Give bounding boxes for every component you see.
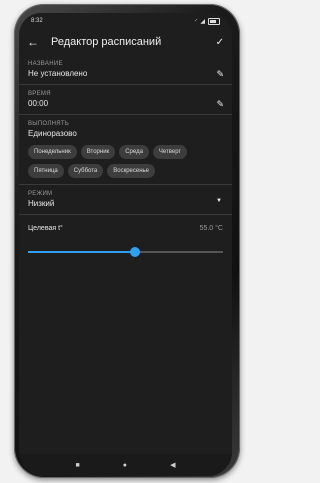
back-nav-icon[interactable]: ◀: [170, 461, 175, 469]
chip-sunday[interactable]: Воскресенье: [107, 164, 156, 178]
chip-thursday[interactable]: Четверг: [152, 145, 187, 159]
run-value: Единоразово: [28, 129, 77, 138]
temperature-slider[interactable]: [28, 247, 223, 257]
dropdown-arrow-icon[interactable]: ▼: [216, 198, 222, 204]
status-icons: ◜ ◢: [195, 17, 220, 25]
name-label: НАЗВАНИЕ: [28, 61, 63, 67]
run-section: ВЫПОЛНЯТЬ Единоразово Понедельник Вторни…: [19, 115, 232, 185]
target-temp-row: Целевая t° 55.0 °C: [19, 215, 232, 232]
name-value: Не установлено: [28, 69, 88, 78]
signal-icon: ◢: [200, 18, 205, 25]
back-arrow-icon[interactable]: ←: [27, 35, 45, 49]
edit-time-icon[interactable]: ✎: [216, 99, 224, 110]
recents-icon[interactable]: ■: [76, 462, 80, 469]
chip-wednesday[interactable]: Среда: [119, 145, 149, 159]
battery-icon: [208, 17, 220, 25]
chip-saturday[interactable]: Суббота: [67, 164, 104, 178]
time-label: ВРЕМЯ: [28, 91, 51, 97]
day-chips: Понедельник Вторник Среда Четверг Пятниц…: [28, 145, 223, 178]
name-section[interactable]: НАЗВАНИЕ Не установлено ✎: [19, 55, 232, 85]
slider-thumb[interactable]: [130, 247, 141, 257]
edit-name-icon[interactable]: ✎: [216, 69, 224, 80]
target-temp-label: Целевая t°: [28, 225, 63, 232]
status-time: 8:32: [31, 18, 43, 24]
time-section[interactable]: ВРЕМЯ 00:00 ✎: [19, 85, 232, 115]
run-label: ВЫПОЛНЯТЬ: [28, 121, 70, 127]
home-icon[interactable]: ●: [123, 462, 127, 469]
mode-value: Низкий: [28, 199, 55, 208]
chip-friday[interactable]: Пятница: [28, 164, 64, 178]
mode-section[interactable]: РЕЖИМ Низкий ▼: [19, 185, 232, 215]
chip-tuesday[interactable]: Вторник: [80, 145, 116, 159]
app-bar: ← Редактор расписаний ✓: [19, 29, 232, 55]
check-icon[interactable]: ✓: [216, 37, 224, 48]
page-title: Редактор расписаний: [51, 36, 162, 48]
slider-fill: [28, 251, 136, 253]
target-temp-value: 55.0 °C: [199, 225, 223, 232]
wifi-icon: ◜: [195, 18, 198, 25]
system-nav-bar: ■ ● ◀: [19, 454, 232, 476]
mode-label: РЕЖИМ: [28, 191, 53, 197]
time-value: 00:00: [28, 99, 49, 108]
app-screen: 8:32 ◜ ◢ ← Редактор расписаний ✓ НАЗВАНИ…: [19, 13, 232, 476]
status-bar: 8:32 ◜ ◢: [19, 13, 232, 29]
chip-monday[interactable]: Понедельник: [28, 145, 77, 159]
